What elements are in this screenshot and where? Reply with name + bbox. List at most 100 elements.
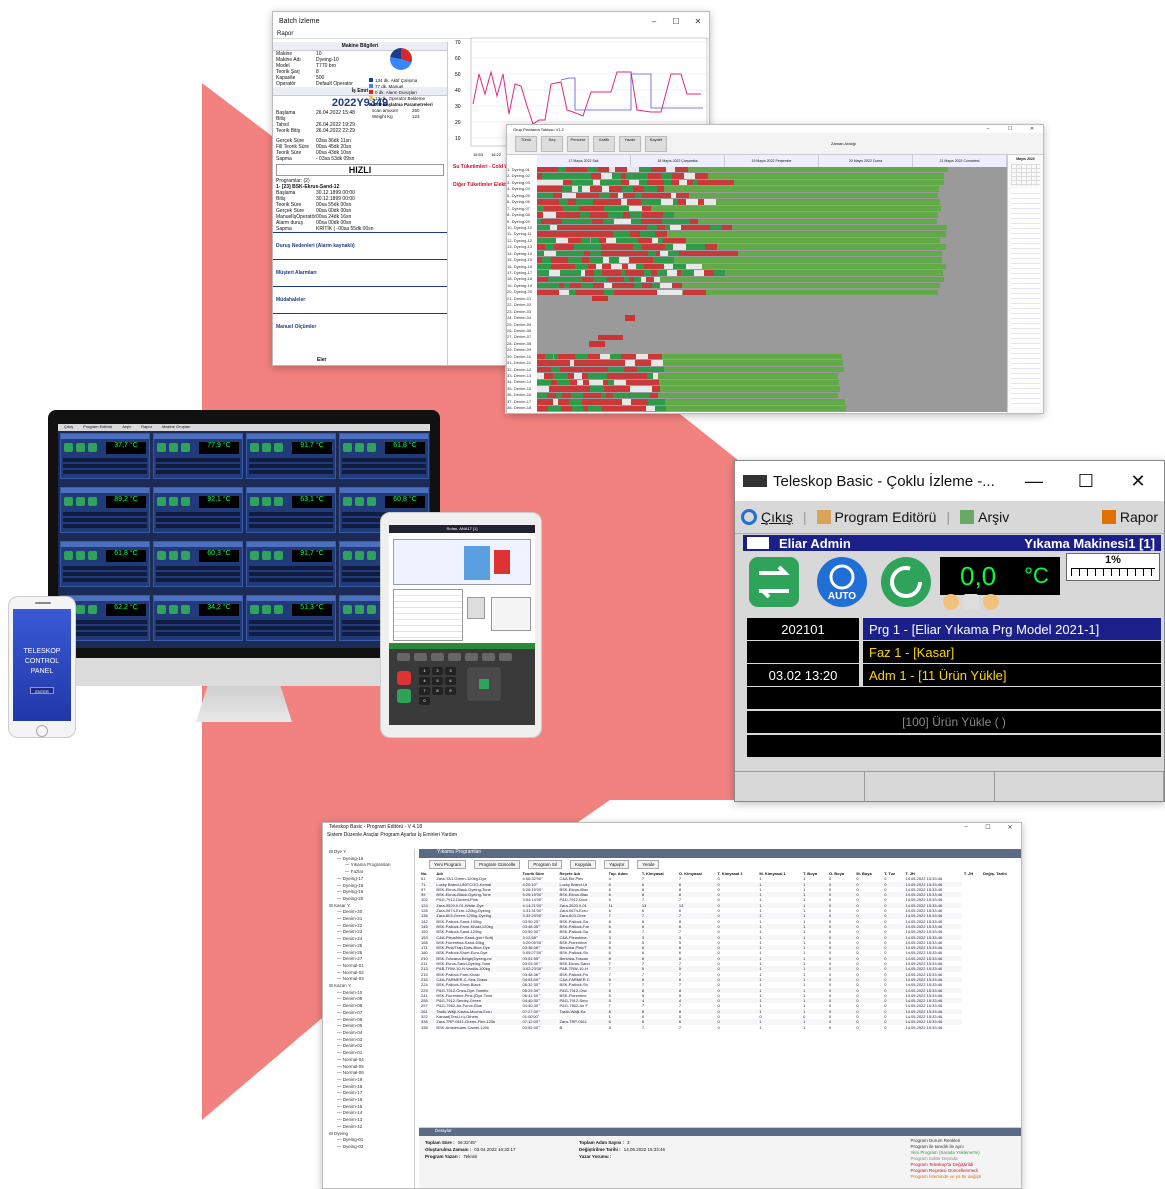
tree-item[interactable]: — Normal-04 — [329, 1057, 414, 1064]
save-icon[interactable] — [963, 594, 979, 610]
job-block[interactable] — [571, 205, 579, 212]
job-block[interactable] — [566, 353, 576, 360]
job-block[interactable] — [664, 289, 676, 295]
tile-icon[interactable] — [274, 497, 283, 506]
job-block[interactable] — [627, 199, 641, 205]
job-block[interactable] — [621, 186, 634, 192]
job-block[interactable] — [640, 199, 648, 205]
job-block[interactable] — [633, 276, 641, 283]
tile-icon[interactable] — [355, 551, 364, 560]
job-block[interactable] — [537, 289, 545, 295]
job-block[interactable] — [624, 405, 636, 411]
job-block[interactable] — [567, 231, 580, 237]
tool-button[interactable]: Grafik — [593, 135, 615, 152]
tile-icon[interactable] — [76, 443, 85, 452]
job-block[interactable] — [556, 379, 570, 386]
job-block[interactable] — [537, 237, 547, 244]
monitor-menu-item[interactable]: Program Editörü — [83, 424, 112, 431]
job-block[interactable] — [547, 405, 562, 411]
job-block[interactable] — [576, 199, 585, 205]
tree-item[interactable]: — Denim-24 — [329, 936, 414, 943]
job-block[interactable] — [549, 270, 560, 276]
job-block[interactable] — [688, 192, 939, 199]
job-block[interactable] — [601, 250, 615, 257]
gantt-row[interactable] — [537, 386, 1007, 392]
machine-tile[interactable]: 61,8 °C — [339, 433, 429, 479]
job-block[interactable] — [617, 276, 625, 283]
job-block[interactable] — [611, 360, 626, 366]
job-block[interactable] — [537, 366, 551, 373]
job-block[interactable] — [625, 283, 634, 289]
machine-tile[interactable]: 61,8 °C — [60, 541, 150, 587]
job-block[interactable] — [557, 167, 566, 173]
job-block[interactable] — [647, 225, 658, 231]
job-block[interactable] — [613, 270, 621, 276]
job-block[interactable] — [615, 237, 628, 244]
job-block[interactable] — [653, 276, 661, 283]
job-block[interactable] — [582, 257, 590, 263]
job-block[interactable] — [690, 263, 703, 270]
machine-tile[interactable]: 34,2 °C — [153, 595, 243, 641]
tool-button[interactable]: Yazdır — [619, 135, 641, 152]
job-block[interactable] — [591, 192, 599, 199]
job-block[interactable] — [582, 276, 593, 283]
job-block[interactable] — [722, 179, 734, 186]
job-block[interactable] — [555, 263, 565, 270]
minimize-icon[interactable]: – — [955, 824, 977, 830]
job-block[interactable] — [705, 289, 939, 295]
program-table[interactable]: No. Adı Teorik Süre Reçete Adı Top. Adım T. K… — [419, 871, 1021, 1030]
gantt-row[interactable] — [537, 341, 1007, 347]
job-block[interactable] — [641, 386, 652, 392]
job-block[interactable] — [546, 392, 557, 399]
job-block[interactable] — [665, 399, 846, 405]
tree-item[interactable]: — Denim-03 — [329, 1037, 414, 1044]
job-block[interactable] — [611, 283, 626, 289]
job-block[interactable] — [619, 244, 633, 250]
job-block[interactable] — [593, 179, 601, 186]
tree-item[interactable]: — Denim-23 — [329, 929, 414, 936]
job-block[interactable] — [580, 212, 590, 218]
gantt-row[interactable] — [537, 231, 1007, 237]
job-block[interactable] — [602, 270, 614, 276]
job-block[interactable] — [600, 399, 611, 405]
job-block[interactable] — [588, 263, 597, 270]
tile-icon[interactable] — [262, 497, 271, 506]
job-block[interactable] — [644, 270, 651, 276]
job-block[interactable] — [537, 205, 545, 212]
minimize-icon[interactable]: – — [977, 126, 999, 132]
job-block[interactable] — [651, 386, 660, 392]
job-block[interactable] — [574, 360, 586, 366]
job-block[interactable] — [537, 179, 551, 186]
job-block[interactable] — [605, 231, 613, 237]
job-block[interactable] — [614, 167, 628, 173]
gantt-row[interactable] — [537, 276, 1007, 283]
gantt-row[interactable] — [537, 392, 1007, 399]
numpad-key[interactable]: 7 — [419, 687, 430, 695]
machine-tile[interactable]: 60,3 °C — [153, 541, 243, 587]
tile-icon[interactable] — [76, 497, 85, 506]
job-block[interactable] — [626, 289, 637, 295]
tile-icon[interactable] — [250, 551, 259, 560]
job-block[interactable] — [635, 405, 646, 411]
gantt-row[interactable] — [537, 353, 1007, 360]
job-block[interactable] — [537, 353, 546, 360]
exit-menu[interactable]: Çıkış — [741, 509, 793, 525]
job-block[interactable] — [580, 283, 594, 289]
job-block[interactable] — [586, 167, 598, 173]
job-block[interactable] — [582, 186, 591, 192]
job-block[interactable] — [641, 192, 654, 199]
job-block[interactable] — [597, 231, 606, 237]
tree-item[interactable]: — Fazlar — [329, 869, 414, 876]
gantt-row[interactable] — [537, 315, 1007, 321]
job-block[interactable] — [621, 399, 632, 405]
tree-item[interactable]: — Denim-12 — [329, 1124, 414, 1131]
job-block[interactable] — [609, 186, 622, 192]
job-block[interactable] — [642, 205, 652, 212]
job-block[interactable] — [561, 405, 572, 411]
job-block[interactable] — [665, 257, 674, 263]
job-block[interactable] — [638, 173, 648, 179]
job-block[interactable] — [552, 192, 563, 199]
job-block[interactable] — [639, 167, 651, 173]
job-block[interactable] — [673, 257, 943, 263]
job-block[interactable] — [568, 237, 582, 244]
